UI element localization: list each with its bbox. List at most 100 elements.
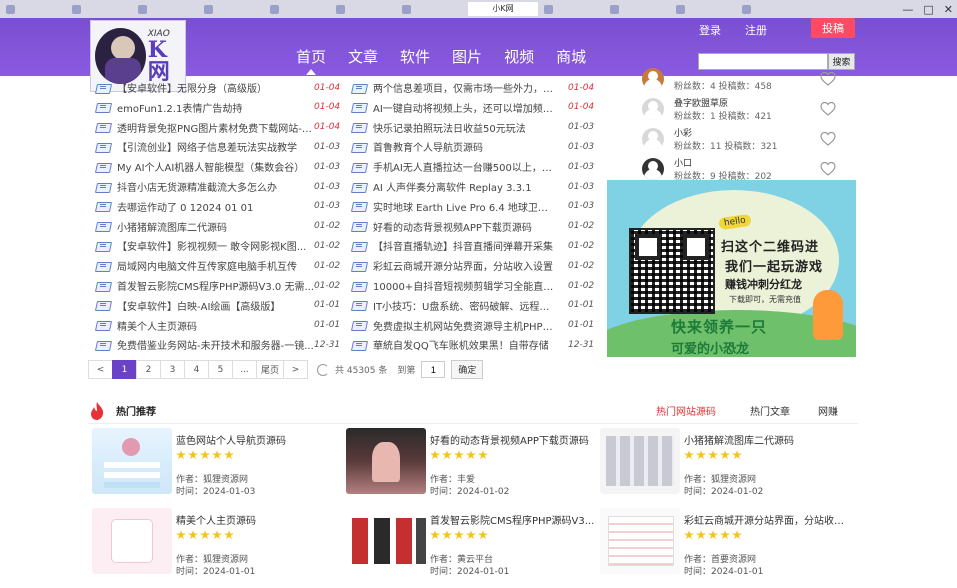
goto-page-input[interactable]: [421, 361, 446, 378]
article-row[interactable]: 抖音小店无货源精准截流大多怎么办 01-03: [96, 177, 350, 196]
next-page-button[interactable]: >: [283, 360, 309, 379]
article-title[interactable]: 【安卓软件】无限分身（高级版）: [117, 80, 315, 95]
page-button-2[interactable]: 2: [136, 360, 161, 379]
article-row[interactable]: 【引流创业】网络子信息差玩法实战教学 01-03: [96, 137, 350, 156]
page-button-1[interactable]: 1: [112, 360, 137, 379]
user-avatar[interactable]: [642, 98, 664, 120]
user-avatar[interactable]: [642, 68, 664, 90]
article-row[interactable]: 去哪运作动了 0 12024 01 01 01-03: [96, 197, 350, 216]
browser-tab[interactable]: [676, 2, 736, 16]
article-title[interactable]: 【抖音直播轨迹】抖音直播间弹幕开采集: [373, 238, 555, 253]
card-title[interactable]: 精美个人主页源码: [176, 512, 342, 527]
article-row[interactable]: 【抖音直播轨迹】抖音直播间弹幕开采集 01-02: [352, 236, 604, 255]
nav-videos[interactable]: 视频: [504, 46, 534, 73]
card-title[interactable]: 小猪猪解流图库二代源码: [684, 432, 850, 447]
article-row[interactable]: 【安卓软件】无限分身（高级版） 01-04: [96, 78, 350, 97]
article-row[interactable]: 免费虚拟主机网站免费资源导主机PHP空间 01-01: [352, 316, 604, 335]
article-row[interactable]: IT小技巧：U盘系统、密码破解、远程连... 01-01: [352, 296, 604, 315]
article-title[interactable]: 两个信息差项目，仅需市场一些外力，就可: [373, 80, 555, 95]
user-avatar[interactable]: [642, 158, 664, 180]
hot-card[interactable]: 首发智云影院CMS程序PHP源码V3... 作者：黄云平台 时间：2024-01-0…: [346, 508, 596, 578]
last-page-button[interactable]: 尾页: [256, 360, 285, 379]
article-title[interactable]: 免费虚拟主机网站免费资源导主机PHP空间: [373, 318, 555, 333]
card-thumbnail[interactable]: [346, 428, 426, 494]
article-row[interactable]: 实时地球 Earth Live Pro 6.4 地球卫星观测 01-03: [352, 197, 604, 216]
article-row[interactable]: 透明背景免抠PNG图片素材免费下载网站-P... 01-04: [96, 118, 350, 137]
article-row[interactable]: 精美个人主页源码 01-01: [96, 316, 350, 335]
article-row[interactable]: 好看的动态背景视频APP下载页源码 01-02: [352, 217, 604, 236]
browser-tab[interactable]: [138, 2, 198, 16]
browser-tab[interactable]: [336, 2, 396, 16]
article-row[interactable]: 免费借鉴业务网站-未开技术和服务器-一镜... 12-31: [96, 335, 350, 354]
article-title[interactable]: 实时地球 Earth Live Pro 6.4 地球卫星观测: [373, 199, 555, 214]
heart-icon[interactable]: [820, 131, 836, 147]
article-title[interactable]: IT小技巧：U盘系统、密码破解、远程连...: [373, 298, 555, 313]
article-row[interactable]: 首鲁教育个人导航页源码 01-03: [352, 137, 604, 156]
nav-images[interactable]: 图片: [452, 46, 482, 73]
article-title[interactable]: 透明背景免抠PNG图片素材免费下载网站-P...: [117, 120, 315, 135]
card-thumbnail[interactable]: [600, 508, 680, 574]
article-title[interactable]: 快乐记录拍照玩法日收益50元玩法: [373, 120, 555, 135]
article-title[interactable]: AI 人声伴奏分离软件 Replay 3.3.1: [373, 179, 555, 194]
article-row[interactable]: 首发智云影院CMS程序PHP源码V3.0 无需... 01-02: [96, 276, 350, 295]
register-link[interactable]: 注册: [745, 22, 767, 38]
heart-icon[interactable]: [820, 161, 836, 177]
article-title[interactable]: 首发智云影院CMS程序PHP源码V3.0 无需...: [117, 278, 315, 293]
article-row[interactable]: 局域网内电脑文件互传家庭电脑手机互传 01-02: [96, 256, 350, 275]
goto-confirm-button[interactable]: 确定: [451, 360, 484, 379]
user-item[interactable]: 叠字欧盟草原 粉丝数：1 投稿数：421: [640, 96, 840, 124]
article-title[interactable]: 精美个人主页源码: [117, 318, 315, 333]
article-title[interactable]: 手机AI无人直播拉达一台赚500以上，全网...: [373, 159, 555, 174]
article-title[interactable]: 局域网内电脑文件互传家庭电脑手机互传: [117, 258, 315, 273]
card-title[interactable]: 好看的动态背景视频APP下载页源码: [430, 432, 596, 447]
article-row[interactable]: 華統自发QQ飞车账机效果黑！自带存储 12-31: [352, 335, 604, 354]
hot-card[interactable]: 彩虹云商城开源分站界面，分站收入... 作者：首要资源网 时间：2024-01-01: [600, 508, 850, 578]
nav-shop[interactable]: 商城: [556, 46, 586, 73]
article-row[interactable]: 两个信息差项目，仅需市场一些外力，就可 01-04: [352, 78, 604, 97]
hot-tab-source[interactable]: 热门网站源码: [656, 403, 716, 418]
article-row[interactable]: 快乐记录拍照玩法日收益50元玩法 01-03: [352, 118, 604, 137]
card-thumbnail[interactable]: [346, 508, 426, 574]
user-name[interactable]: 小彩: [674, 126, 692, 139]
article-title[interactable]: 【安卓软件】影视视频一 敢令网影视K图...: [117, 238, 315, 253]
article-title[interactable]: 首鲁教育个人导航页源码: [373, 139, 555, 154]
article-row[interactable]: 【安卓软件】白映-AI绘画【高级版】 01-01: [96, 296, 350, 315]
promo-banner[interactable]: hello 扫这个二维码进 我们一起玩游戏 赚钱冲刺分红龙 下载即可，无需充值 …: [607, 180, 856, 357]
prev-page-button[interactable]: <: [88, 360, 113, 379]
browser-tab[interactable]: [610, 2, 670, 16]
nav-home[interactable]: 首页: [296, 46, 326, 75]
user-avatar[interactable]: [642, 128, 664, 150]
browser-tab[interactable]: [72, 2, 132, 16]
hot-card[interactable]: 精美个人主页源码 作者：狐狸资源网 时间：2024-01-01: [92, 508, 342, 578]
page-button-5[interactable]: 5: [208, 360, 233, 379]
article-title[interactable]: 彩虹云商城开源分站界面，分站收入设置: [373, 258, 555, 273]
maximize-icon[interactable]: □: [923, 3, 933, 16]
article-row[interactable]: 彩虹云商城开源分站界面，分站收入设置 01-02: [352, 256, 604, 275]
card-thumbnail[interactable]: [600, 428, 680, 494]
heart-icon[interactable]: [820, 71, 836, 87]
login-link[interactable]: 登录: [699, 22, 721, 38]
hot-card[interactable]: 蓝色网站个人导航页源码 作者：狐狸资源网 时间：2024-01-03: [92, 428, 342, 498]
refresh-icon[interactable]: [317, 363, 330, 376]
article-title[interactable]: emoFun1.2.1表情广告劫持: [117, 100, 315, 115]
nav-software[interactable]: 软件: [400, 46, 430, 73]
article-row[interactable]: 【安卓软件】影视视频一 敢令网影视K图... 01-02: [96, 236, 350, 255]
article-row[interactable]: 手机AI无人直播拉达一台赚500以上，全网... 01-03: [352, 157, 604, 176]
browser-tab[interactable]: [204, 2, 264, 16]
article-title[interactable]: 【安卓软件】白映-AI绘画【高级版】: [117, 298, 315, 313]
article-row[interactable]: AI一键自动将视频上头，还可以增加频段！ 01-04: [352, 98, 604, 117]
article-row[interactable]: My AI个人AI机器人智能模型（集数会谷） 01-03: [96, 157, 350, 176]
user-name[interactable]: 小口: [674, 156, 692, 169]
card-title[interactable]: 彩虹云商城开源分站界面，分站收入...: [684, 512, 850, 527]
minimize-icon[interactable]: —: [902, 3, 913, 16]
user-item[interactable]: 粉丝数：4 投稿数：458: [640, 66, 840, 94]
contribute-button[interactable]: 投稿: [811, 18, 855, 38]
card-title[interactable]: 蓝色网站个人导航页源码: [176, 432, 342, 447]
browser-tab[interactable]: [742, 2, 802, 16]
article-row[interactable]: AI 人声伴奏分离软件 Replay 3.3.1 01-03: [352, 177, 604, 196]
user-name[interactable]: 叠字欧盟草原: [674, 96, 728, 109]
browser-tab[interactable]: [544, 2, 604, 16]
heart-icon[interactable]: [820, 101, 836, 117]
article-title[interactable]: 華統自发QQ飞车账机效果黑！自带存储: [373, 337, 555, 352]
article-row[interactable]: 10000+自抖音短视频剪辑学习全能直播效果... 01-02: [352, 276, 604, 295]
